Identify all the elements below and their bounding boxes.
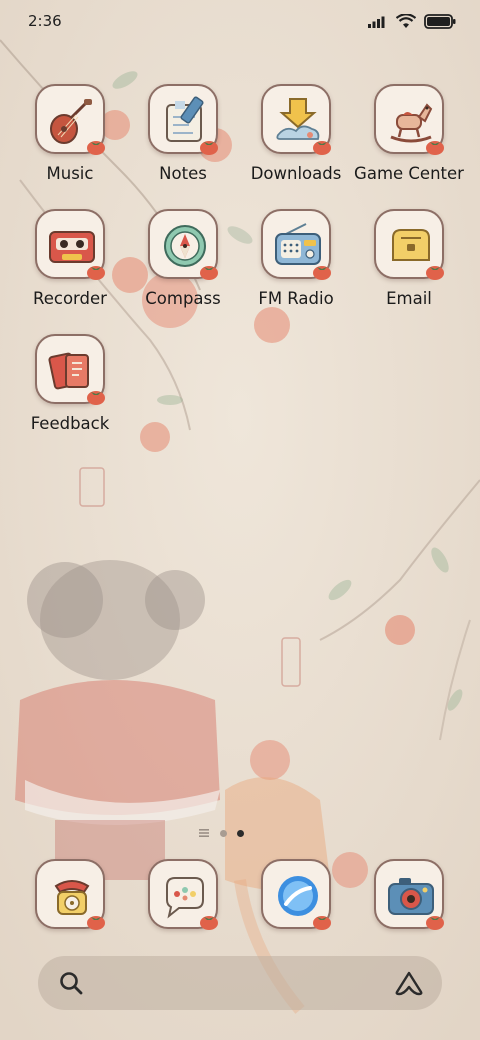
app-label: Feedback xyxy=(30,414,110,433)
status-time: 2:36 xyxy=(28,12,62,30)
persimmon-badge-icon xyxy=(200,266,218,280)
page-indicator[interactable] xyxy=(198,828,244,838)
app-recorder[interactable]: Recorder xyxy=(14,209,126,327)
list-page-icon[interactable] xyxy=(198,828,210,838)
app-tile[interactable] xyxy=(148,859,218,930)
persimmon-badge-icon xyxy=(426,141,444,155)
app-tile[interactable] xyxy=(261,209,331,280)
app-fm-radio[interactable]: FM Radio xyxy=(240,209,352,327)
status-bar: 2:36 xyxy=(0,0,480,42)
app-compass[interactable]: Compass xyxy=(127,209,239,327)
app-tile[interactable] xyxy=(35,209,105,280)
app-label: Email xyxy=(386,289,432,308)
app-tile[interactable] xyxy=(374,84,444,155)
assistant-icon[interactable] xyxy=(394,970,424,996)
app-label: Music xyxy=(46,164,94,183)
dock-messages[interactable] xyxy=(148,859,218,930)
dock-phone[interactable] xyxy=(35,859,105,930)
dock-browser[interactable] xyxy=(261,859,331,930)
wifi-icon xyxy=(396,13,416,28)
app-feedback[interactable]: Feedback xyxy=(14,334,126,452)
app-label: Recorder xyxy=(33,289,107,308)
app-notes[interactable]: Notes xyxy=(127,84,239,202)
persimmon-badge-icon xyxy=(87,141,105,155)
app-game-center[interactable]: Game Center xyxy=(353,84,465,202)
app-tile[interactable] xyxy=(374,209,444,280)
app-tile[interactable] xyxy=(35,859,105,930)
status-icons xyxy=(368,13,456,29)
persimmon-badge-icon xyxy=(426,916,444,930)
persimmon-badge-icon xyxy=(200,141,218,155)
app-tile[interactable] xyxy=(261,859,331,930)
app-downloads[interactable]: Downloads xyxy=(240,84,352,202)
app-tile[interactable] xyxy=(35,84,105,155)
app-label: FM Radio xyxy=(258,289,334,308)
app-label: Notes xyxy=(159,164,207,183)
cellular-signal-icon xyxy=(368,16,385,28)
persimmon-badge-icon xyxy=(200,916,218,930)
app-tile[interactable] xyxy=(35,334,105,405)
app-label: Compass xyxy=(145,289,221,308)
persimmon-badge-icon xyxy=(87,916,105,930)
persimmon-badge-icon xyxy=(87,266,105,280)
app-tile[interactable] xyxy=(374,859,444,930)
app-tile[interactable] xyxy=(148,209,218,280)
battery-icon xyxy=(424,13,456,29)
search-icon[interactable] xyxy=(58,970,84,996)
app-email[interactable]: Email xyxy=(353,209,465,327)
persimmon-badge-icon xyxy=(87,391,105,405)
dock-camera[interactable] xyxy=(374,859,444,930)
page-dot-2-active[interactable] xyxy=(237,829,244,837)
app-tile[interactable] xyxy=(261,84,331,155)
persimmon-badge-icon xyxy=(313,141,331,155)
app-music[interactable]: Music xyxy=(14,84,126,202)
search-bar[interactable] xyxy=(38,956,442,1010)
app-label: Downloads xyxy=(250,164,342,183)
persimmon-badge-icon xyxy=(313,916,331,930)
persimmon-badge-icon xyxy=(426,266,444,280)
persimmon-badge-icon xyxy=(313,266,331,280)
app-tile[interactable] xyxy=(148,84,218,155)
page-dot-1[interactable] xyxy=(220,829,227,837)
app-label: Game Center xyxy=(354,164,464,183)
